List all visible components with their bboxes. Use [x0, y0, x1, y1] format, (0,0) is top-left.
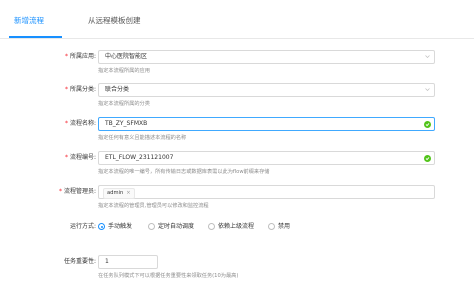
admin-tag-label: admin: [107, 190, 124, 196]
admin-tag: admin ×: [103, 188, 135, 199]
category-hint: 指定本流程所属的分类: [98, 101, 150, 107]
required-mark: *: [64, 86, 68, 93]
task-priority-hint: 在任务队列模式下可以根据任务重要性来领取任务(10为最高): [98, 273, 239, 279]
check-circle-icon: [424, 120, 431, 128]
flow-name-hint: 指定任何有意义且能描述本流程的名称: [98, 135, 187, 141]
required-mark: *: [64, 53, 68, 60]
radio-dot: [98, 223, 105, 230]
flow-admin-select[interactable]: admin ×: [98, 185, 435, 199]
application-label: * 所属应用:: [64, 53, 96, 60]
check-circle-icon: [424, 154, 431, 162]
category-value: 联合分类: [105, 86, 130, 93]
category-label: * 所属分类:: [64, 86, 96, 93]
chevron-down-icon: [425, 55, 430, 58]
task-priority-input[interactable]: 1: [98, 255, 158, 269]
task-priority-label: 任务重要性:: [63, 258, 96, 265]
flow-code-input[interactable]: ETL_FLOW_231121007: [98, 151, 435, 165]
category-select[interactable]: 联合分类: [98, 83, 435, 97]
chevron-down-icon: [425, 88, 430, 91]
run-mode-label: 运行方式:: [69, 223, 96, 230]
close-icon[interactable]: ×: [126, 190, 130, 196]
tab-from-remote-template[interactable]: 从远程模板创建: [88, 15, 141, 26]
required-mark: *: [58, 188, 62, 195]
flow-admin-hint: 指定本流程的管理员,管理员可以修改和监控流程: [98, 203, 209, 209]
task-priority-value: 1: [105, 258, 109, 265]
flow-code-label: * 流程编号:: [64, 154, 96, 161]
radio-dot: [268, 223, 275, 230]
application-select[interactable]: 中心医院智能区: [98, 50, 435, 64]
required-mark: *: [64, 154, 68, 161]
flow-admin-label: * 流程管理员:: [58, 188, 96, 195]
tab-new-flow[interactable]: 新增流程: [14, 15, 44, 26]
radio-dot: [148, 223, 155, 230]
application-hint: 指定本流程所属的应用: [98, 68, 150, 74]
flow-code-hint: 指定本流程的唯一编号，所有传输日志或数据库表需以此为flow前缀来存储: [98, 169, 270, 175]
active-tab-indicator: [9, 36, 62, 38]
application-value: 中心医院智能区: [105, 53, 148, 60]
flow-name-value: TB_ZY_SFMXB: [105, 120, 148, 127]
flow-name-label: * 流程名称:: [64, 120, 96, 127]
required-mark: *: [64, 120, 68, 127]
flow-name-input[interactable]: TB_ZY_SFMXB: [98, 117, 435, 131]
radio-dot: [208, 223, 215, 230]
flow-code-value: ETL_FLOW_231121007: [105, 154, 174, 161]
tab-bar: 新增流程 从远程模板创建: [0, 0, 474, 39]
